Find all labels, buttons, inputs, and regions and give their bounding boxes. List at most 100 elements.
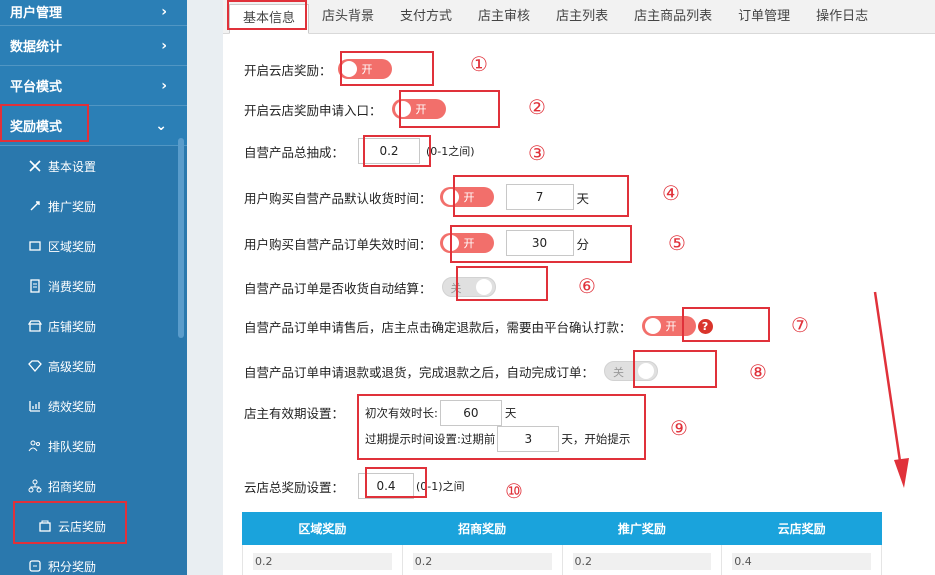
chevron-down-icon: ⌄ [155,117,167,134]
marker-8: ⑧ [749,360,767,384]
setting-label: 自营产品订单申请退款或退货，完成退款之后，自动完成订单： [244,364,595,380]
marker-1: ① [470,52,488,76]
map-icon [28,239,42,253]
unit-label: 天，开始提示 [561,432,631,446]
total-commission-input[interactable]: 0.2 [358,138,421,164]
sidebar-item-merchant-reward[interactable]: 招商奖励 [0,466,187,506]
receipt-icon [28,279,42,293]
switch-knob [394,101,411,117]
arrow-down-icon [873,291,909,488]
table-header: 区域奖励 [242,512,403,545]
sidebar-item-shop-reward[interactable]: 店铺奖励 [0,306,187,346]
table-header: 云店奖励 [721,512,882,545]
tab-basic-info[interactable]: 基本信息 [229,4,310,34]
switch-label: 关 [613,366,625,379]
auto-receive-switch[interactable]: 开 [439,187,494,207]
sidebar-item-label: 区域奖励 [48,239,97,254]
marker-4: ④ [662,181,680,205]
enable-cloud-reward-switch[interactable]: 开 [337,59,392,79]
table-header-row: 区域奖励 招商奖励 推广奖励 云店奖励 [242,512,882,545]
validity-reminder-row: 过期提示时间设置:过期前 3 天，开始提示 [365,426,630,452]
auto-settle-switch[interactable]: 关 [441,277,496,297]
unit-label: 分 [576,236,590,252]
table-cell: 0.2 [561,544,723,575]
order-expire-minutes-input[interactable]: 30 [505,230,574,256]
chevron-right-icon: › [161,37,167,54]
setting-row-auto-receive-time: 用户购买自营产品默认收货时间： 开 7 天 [244,184,589,210]
chevron-right-icon: › [161,3,167,20]
sidebar-group-label: 用户管理 [10,6,63,21]
switch-knob [638,363,655,379]
sidebar-item-cloud-shop-reward[interactable]: 云店奖励 [0,506,187,546]
cell-value[interactable]: 0.2 [412,553,552,570]
tab-order-management[interactable]: 订单管理 [725,3,803,33]
tab-bar: 基本信息 店头背景 支付方式 店主审核 店主列表 店主商品列表 订单管理 操作日… [223,0,935,34]
sidebar-scrollbar[interactable] [178,138,184,338]
auto-complete-order-switch[interactable]: 关 [604,361,659,381]
range-hint: (0-1之间) [426,145,475,158]
table-row: 0.2 0.2 0.2 0.4 [242,544,882,575]
tools-icon [28,159,42,173]
reminder-days-input[interactable]: 3 [497,426,560,452]
table-cell: 0.2 [242,544,403,575]
sidebar-item-region-reward[interactable]: 区域奖励 [0,226,187,266]
tab-owner-review[interactable]: 店主审核 [465,3,543,33]
sidebar-item-label: 云店奖励 [58,519,107,534]
sidebar-item-label: 店铺奖励 [48,319,97,334]
sidebar-group-platform-mode[interactable]: 平台模式 › [0,66,187,106]
total-cloud-reward-input[interactable]: 0.4 [358,473,415,499]
sidebar-group-user-management[interactable]: 用户管理 › [0,0,187,26]
sidebar-item-advanced-reward[interactable]: 高级奖励 [0,346,187,386]
switch-knob [644,318,661,334]
help-icon[interactable]: ? [697,318,713,334]
setting-label: 云店总奖励设置： [244,479,345,495]
switch-label: 开 [415,103,427,116]
setting-label: 用户购买自营产品订单失效时间： [244,236,432,252]
setting-row-total-commission: 自营产品总抽成： 0.2 (0-1之间) [244,138,475,164]
sidebar-item-label: 基本设置 [48,159,97,174]
sidebar-group-data-statistics[interactable]: 数据统计 › [0,26,187,66]
sidebar-item-performance-reward[interactable]: 绩效奖励 [0,386,187,426]
sidebar-item-label: 绩效奖励 [48,399,97,414]
auto-receive-days-input[interactable]: 7 [505,184,574,210]
switch-label: 关 [450,282,462,295]
points-icon [28,559,42,573]
sidebar-item-label: 排队奖励 [48,439,97,454]
chevron-right-icon: › [161,77,167,94]
table-header: 推广奖励 [561,512,723,545]
tab-operation-log[interactable]: 操作日志 [803,3,881,33]
initial-validity-input[interactable]: 60 [439,400,502,426]
cell-value[interactable]: 0.2 [572,553,712,570]
cloud-shop-icon [38,519,52,533]
sidebar-item-points-reward[interactable]: 积分奖励 [0,546,187,575]
range-hint: (0-1)之间 [416,480,465,493]
switch-knob [442,235,459,251]
tab-owner-list[interactable]: 店主列表 [543,3,621,33]
tab-owner-product-list[interactable]: 店主商品列表 [621,3,725,33]
setting-row-auto-settle: 自营产品订单是否收货自动结算： 关 [244,277,496,297]
enable-application-entry-switch[interactable]: 开 [391,99,446,119]
switch-label: 开 [361,63,373,76]
cell-value[interactable]: 0.4 [732,553,871,570]
switch-knob [442,189,459,205]
sidebar-item-label: 消费奖励 [48,279,97,294]
sidebar-item-consumption-reward[interactable]: 消费奖励 [0,266,187,306]
validity-initial-row: 初次有效时长: 60 天 [365,400,516,426]
sidebar-item-promotion-reward[interactable]: 推广奖励 [0,186,187,226]
switch-knob [475,279,492,295]
reward-ratio-table: 区域奖励 招商奖励 推广奖励 云店奖励 0.2 0.2 0.2 0.4 [242,512,882,575]
setting-row-owner-validity: 店主有效期设置： [244,403,344,422]
order-expire-switch[interactable]: 开 [439,233,494,253]
marker-3: ③ [528,141,546,165]
setting-label: 自营产品订单是否收货自动结算： [244,280,432,296]
sidebar-group-reward-mode[interactable]: 奖励模式 ⌄ [0,106,187,146]
unit-label: 天 [504,406,517,420]
sidebar-item-queue-reward[interactable]: 排队奖励 [0,426,187,466]
tab-payment-method[interactable]: 支付方式 [387,3,465,33]
tab-shop-background[interactable]: 店头背景 [309,3,387,33]
cell-value[interactable]: 0.2 [253,553,392,570]
sidebar-item-label: 招商奖励 [48,479,97,494]
rocket-icon [28,199,42,213]
sidebar-item-basic-settings[interactable]: 基本设置 [0,146,187,186]
platform-confirm-payment-switch[interactable]: 开 [641,316,696,336]
